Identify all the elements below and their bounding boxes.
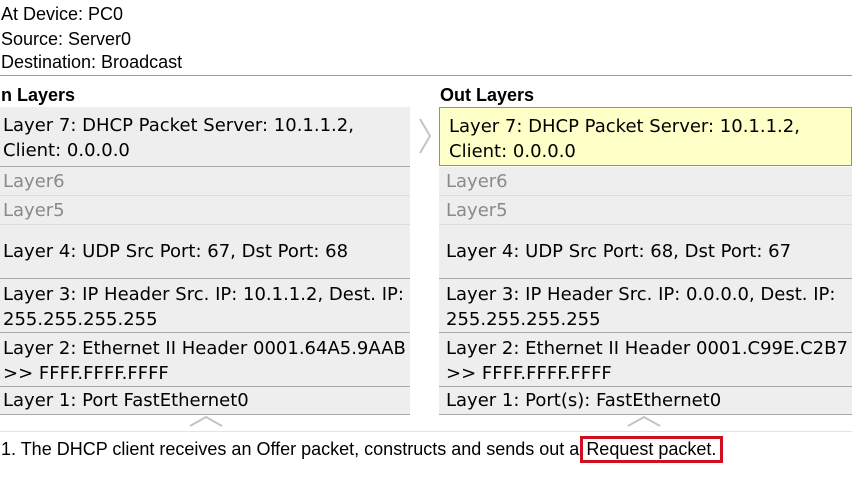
in-layer-3[interactable]: Layer 3: IP Header Src. IP: 10.1.1.2, De… xyxy=(0,279,410,333)
in-layer-4[interactable]: Layer 4: UDP Src Port: 67, Dst Port: 68 xyxy=(0,225,410,279)
in-layer-1[interactable]: Layer 1: Port FastEthernet0 xyxy=(0,387,410,415)
source-label: Source: Server0 xyxy=(1,29,132,49)
in-layer-2[interactable]: Layer 2: Ethernet II Header 0001.64A5.9A… xyxy=(0,333,410,387)
header-divider xyxy=(0,75,852,76)
out-layers-title: Out Layers xyxy=(440,85,535,105)
in-layer-6[interactable]: Layer6 xyxy=(0,167,410,196)
in-layer-5[interactable]: Layer5 xyxy=(0,196,410,225)
in-layers-title: n Layers xyxy=(1,85,76,105)
out-layer-7[interactable]: Layer 7: DHCP Packet Server: 10.1.1.2, C… xyxy=(439,107,852,166)
out-layers-panel: Layer 7: DHCP Packet Server: 10.1.1.2, C… xyxy=(439,107,852,415)
destination-label: Destination: Broadcast xyxy=(1,52,183,72)
out-layer-3[interactable]: Layer 3: IP Header Src. IP: 0.0.0.0, Des… xyxy=(439,279,852,333)
in-scroll-up-icon[interactable] xyxy=(186,414,226,428)
out-scroll-up-icon[interactable] xyxy=(624,414,664,428)
out-layer-5[interactable]: Layer5 xyxy=(439,196,852,225)
in-layer-7[interactable]: Layer 7: DHCP Packet Server: 10.1.1.2, C… xyxy=(0,107,410,167)
out-layer-6[interactable]: Layer6 xyxy=(439,167,852,196)
highlighted-packet-type: Request packet. xyxy=(580,436,724,463)
out-layer-1[interactable]: Layer 1: Port(s): FastEthernet0 xyxy=(439,387,852,415)
in-layers-panel: Layer 7: DHCP Packet Server: 10.1.1.2, C… xyxy=(0,107,410,415)
chevron-right-icon xyxy=(413,115,435,157)
step-description: 1. The DHCP client receives an Offer pac… xyxy=(1,436,724,463)
out-layer-2[interactable]: Layer 2: Ethernet II Header 0001.C99E.C2… xyxy=(439,333,852,387)
out-layer-4[interactable]: Layer 4: UDP Src Port: 68, Dst Port: 67 xyxy=(439,225,852,279)
device-label: At Device: PC0 xyxy=(1,4,124,24)
step-description-text: 1. The DHCP client receives an Offer pac… xyxy=(1,439,580,459)
footer-divider xyxy=(0,431,852,432)
